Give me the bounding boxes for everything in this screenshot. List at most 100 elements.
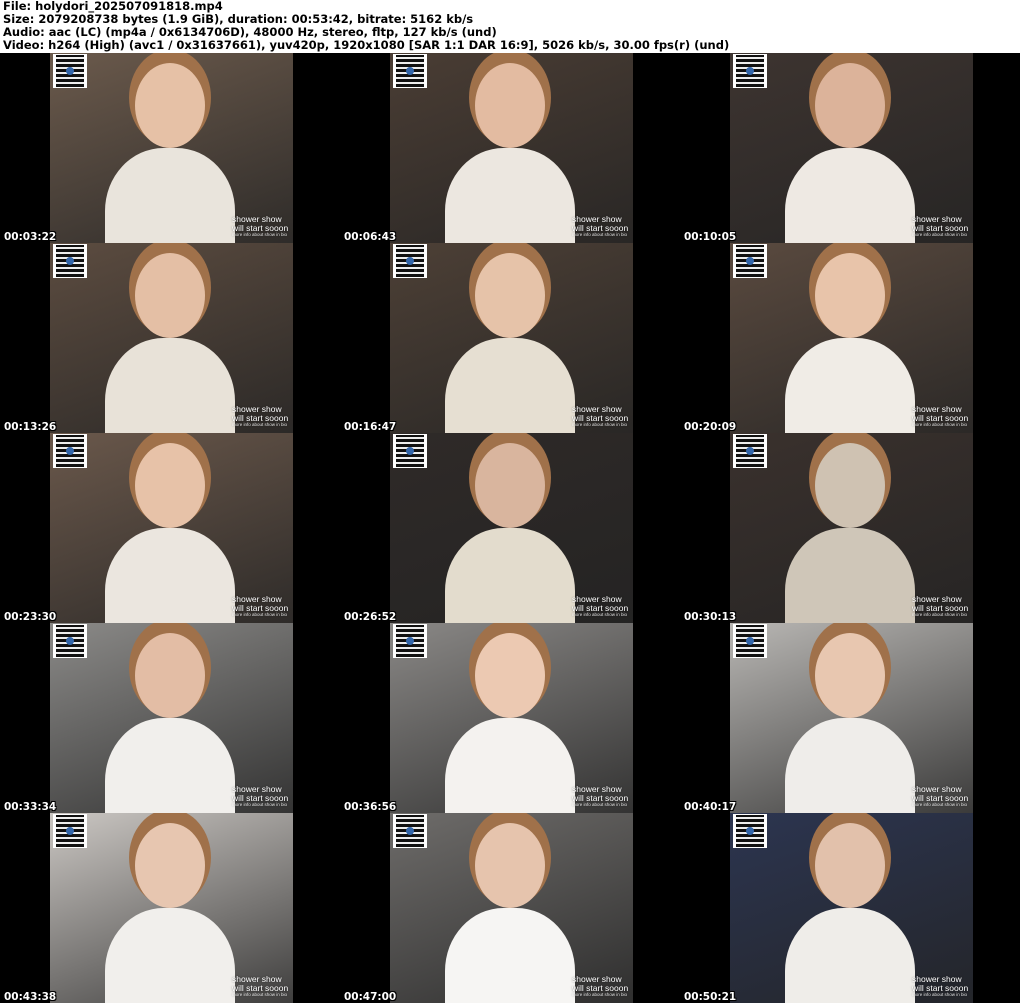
video-frame: shower show will start sooon more info abo… bbox=[390, 813, 633, 1003]
timestamp-label: 00:30:13 bbox=[684, 611, 737, 623]
promo-overlay: shower show will start sooon more info abo… bbox=[912, 405, 968, 428]
promo-text: will start sooon bbox=[232, 222, 289, 233]
qr-code-icon bbox=[393, 624, 427, 658]
qr-code-icon bbox=[393, 244, 427, 278]
promo-text: more info about show in bio bbox=[232, 422, 288, 427]
thumbnail-cell: shower show will start sooon more info abo… bbox=[340, 813, 680, 1003]
thumbnail-cell: shower show will start sooon more info abo… bbox=[680, 53, 1020, 243]
file-info-header: File: holydori_202507091818.mp4 Size: 20… bbox=[3, 0, 1021, 52]
promo-overlay: shower show will start sooon more info abo… bbox=[912, 785, 968, 808]
timestamp-label: 00:03:22 bbox=[4, 231, 57, 243]
timestamp-label: 00:43:38 bbox=[4, 991, 57, 1003]
promo-overlay: shower show will start sooon more info abo… bbox=[912, 595, 968, 618]
figure-head bbox=[475, 823, 545, 908]
qr-code-icon bbox=[733, 244, 767, 278]
figure-head bbox=[135, 443, 205, 528]
thumbnail-cell: shower show will start sooon more info abo… bbox=[340, 243, 680, 433]
figure-head bbox=[135, 63, 205, 148]
promo-text: more info about show in bio bbox=[912, 422, 968, 427]
qr-code-icon bbox=[53, 434, 87, 468]
video-frame: shower show will start sooon more info abo… bbox=[730, 433, 973, 623]
qr-code-icon bbox=[393, 434, 427, 468]
promo-text: more info about show in bio bbox=[912, 992, 968, 997]
thumbnail-cell: shower show will start sooon more info abo… bbox=[680, 623, 1020, 813]
promo-overlay: shower show will start sooon more info abo… bbox=[572, 405, 628, 428]
qr-code-icon bbox=[53, 624, 87, 658]
timestamp-label: 00:10:05 bbox=[684, 231, 737, 243]
promo-overlay: shower show will start sooon more info abo… bbox=[232, 215, 288, 238]
promo-overlay: shower show will start sooon more info abo… bbox=[232, 595, 288, 618]
promo-text: will start sooon bbox=[912, 792, 969, 803]
timestamp-label: 00:50:21 bbox=[684, 991, 737, 1003]
promo-text: will start sooon bbox=[912, 222, 969, 233]
promo-overlay: shower show will start sooon more info abo… bbox=[572, 975, 628, 998]
figure-head bbox=[815, 443, 885, 528]
video-frame: shower show will start sooon more info abo… bbox=[50, 243, 293, 433]
video-frame: shower show will start sooon more info abo… bbox=[730, 813, 973, 1003]
timestamp-label: 00:06:43 bbox=[344, 231, 397, 243]
qr-code-icon bbox=[733, 624, 767, 658]
promo-text: more info about show in bio bbox=[572, 422, 628, 427]
figure-head bbox=[475, 443, 545, 528]
promo-text: will start sooon bbox=[232, 412, 289, 423]
qr-code-icon bbox=[393, 54, 427, 88]
figure-head bbox=[135, 253, 205, 338]
promo-text: more info about show in bio bbox=[232, 232, 288, 237]
timestamp-label: 00:40:17 bbox=[684, 801, 737, 813]
figure-head bbox=[815, 253, 885, 338]
figure-head bbox=[135, 633, 205, 718]
promo-text: more info about show in bio bbox=[912, 802, 968, 807]
promo-text: more info about show in bio bbox=[572, 992, 628, 997]
promo-overlay: shower show will start sooon more info abo… bbox=[232, 405, 288, 428]
timestamp-label: 00:13:26 bbox=[4, 421, 57, 433]
thumbnail-cell: shower show will start sooon more info abo… bbox=[0, 243, 340, 433]
qr-code-icon bbox=[733, 814, 767, 848]
figure-head bbox=[135, 823, 205, 908]
figure-head bbox=[475, 63, 545, 148]
promo-text: more info about show in bio bbox=[232, 612, 288, 617]
qr-code-icon bbox=[53, 814, 87, 848]
video-frame: shower show will start sooon more info abo… bbox=[50, 623, 293, 813]
promo-overlay: shower show will start sooon more info abo… bbox=[912, 215, 968, 238]
promo-text: more info about show in bio bbox=[232, 992, 288, 997]
video-frame: shower show will start sooon more info abo… bbox=[730, 623, 973, 813]
promo-overlay: shower show will start sooon more info abo… bbox=[232, 975, 288, 998]
video-frame: shower show will start sooon more info abo… bbox=[50, 53, 293, 243]
promo-text: will start sooon bbox=[572, 412, 629, 423]
qr-code-icon bbox=[733, 434, 767, 468]
promo-text: more info about show in bio bbox=[572, 232, 628, 237]
promo-text: more info about show in bio bbox=[912, 232, 968, 237]
timestamp-label: 00:36:56 bbox=[344, 801, 397, 813]
promo-text: will start sooon bbox=[572, 222, 629, 233]
promo-text: more info about show in bio bbox=[572, 802, 628, 807]
figure-head bbox=[815, 633, 885, 718]
video-frame: shower show will start sooon more info abo… bbox=[390, 623, 633, 813]
video-frame: shower show will start sooon more info abo… bbox=[390, 53, 633, 243]
thumbnail-cell: shower show will start sooon more info abo… bbox=[680, 433, 1020, 623]
promo-text: more info about show in bio bbox=[572, 612, 628, 617]
promo-text: more info about show in bio bbox=[232, 802, 288, 807]
video-frame: shower show will start sooon more info abo… bbox=[390, 433, 633, 623]
thumbnail-cell: shower show will start sooon more info abo… bbox=[340, 53, 680, 243]
thumbnail-cell: shower show will start sooon more info abo… bbox=[0, 433, 340, 623]
video-frame: shower show will start sooon more info abo… bbox=[730, 53, 973, 243]
figure-head bbox=[475, 633, 545, 718]
promo-text: will start sooon bbox=[912, 982, 969, 993]
video-frame: shower show will start sooon more info abo… bbox=[50, 433, 293, 623]
qr-code-icon bbox=[393, 814, 427, 848]
qr-code-icon bbox=[53, 54, 87, 88]
promo-text: will start sooon bbox=[232, 982, 289, 993]
thumbnail-cell: shower show will start sooon more info abo… bbox=[340, 433, 680, 623]
thumbnail-grid: shower show will start sooon more info abo… bbox=[0, 53, 1020, 1003]
timestamp-label: 00:23:30 bbox=[4, 611, 57, 623]
promo-text: will start sooon bbox=[572, 602, 629, 613]
video-frame: shower show will start sooon more info abo… bbox=[390, 243, 633, 433]
promo-text: will start sooon bbox=[912, 412, 969, 423]
timestamp-label: 00:20:09 bbox=[684, 421, 737, 433]
qr-code-icon bbox=[53, 244, 87, 278]
promo-overlay: shower show will start sooon more info abo… bbox=[572, 595, 628, 618]
promo-overlay: shower show will start sooon more info abo… bbox=[572, 785, 628, 808]
timestamp-label: 00:47:00 bbox=[344, 991, 397, 1003]
thumbnail-cell: shower show will start sooon more info abo… bbox=[0, 623, 340, 813]
promo-overlay: shower show will start sooon more info abo… bbox=[232, 785, 288, 808]
